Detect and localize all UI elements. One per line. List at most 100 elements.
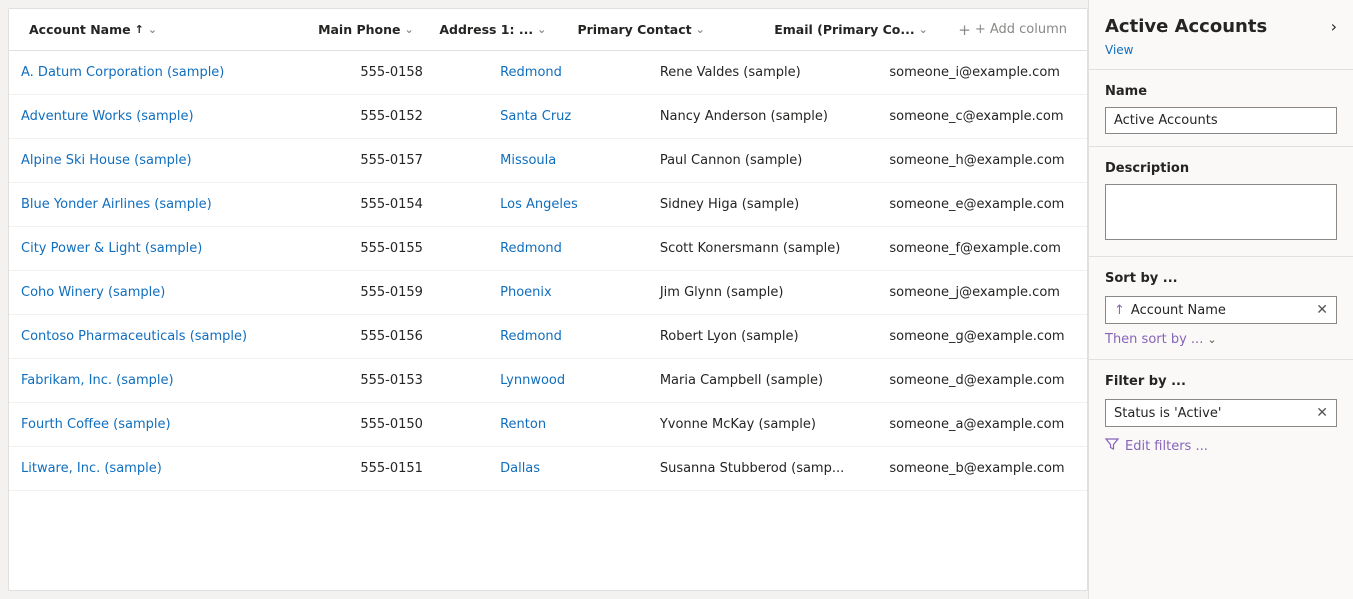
cell-account[interactable]: Adventure Works (sample) xyxy=(9,99,348,134)
panel-filter-label: Filter by ... xyxy=(1105,374,1337,389)
cell-account[interactable]: Coho Winery (sample) xyxy=(9,275,348,310)
cell-address[interactable]: Redmond xyxy=(488,319,648,354)
filter-icon xyxy=(1105,437,1119,455)
edit-filters-link[interactable]: Edit filters ... xyxy=(1105,437,1337,455)
then-sort-chevron-icon: ⌄ xyxy=(1207,333,1216,346)
cell-address[interactable]: Redmond xyxy=(488,55,648,90)
cell-account[interactable]: Litware, Inc. (sample) xyxy=(9,451,348,486)
sort-tag-label: Account Name xyxy=(1131,303,1310,318)
cell-address[interactable]: Los Angeles xyxy=(488,187,648,222)
panel-description-section: Description xyxy=(1089,147,1353,257)
table-row[interactable]: Litware, Inc. (sample) 555-0151 Dallas S… xyxy=(9,447,1087,491)
col-header-address[interactable]: Address 1: ... ⌄ xyxy=(427,14,565,45)
panel-sort-section: Sort by ... ↑ Account Name ✕ Then sort b… xyxy=(1089,257,1353,360)
table-row[interactable]: Adventure Works (sample) 555-0152 Santa … xyxy=(9,95,1087,139)
col-address-label: Address 1: ... xyxy=(439,22,533,37)
panel-name-section: Name xyxy=(1089,70,1353,147)
cell-contact: Paul Cannon (sample) xyxy=(648,143,878,178)
cell-phone: 555-0159 xyxy=(348,275,488,310)
col-contact-label: Primary Contact xyxy=(577,22,691,37)
cell-address[interactable]: Redmond xyxy=(488,231,648,266)
sort-up-icon: ↑ xyxy=(1114,303,1125,318)
cell-phone: 555-0156 xyxy=(348,319,488,354)
col-email-chevron-icon[interactable]: ⌄ xyxy=(919,23,928,36)
panel-title: Active Accounts xyxy=(1105,16,1267,37)
table-row[interactable]: Alpine Ski House (sample) 555-0157 Misso… xyxy=(9,139,1087,183)
cell-email: someone_g@example.com xyxy=(877,319,1087,354)
filter-tag-close-button[interactable]: ✕ xyxy=(1316,405,1328,421)
cell-phone: 555-0154 xyxy=(348,187,488,222)
cell-account[interactable]: A. Datum Corporation (sample) xyxy=(9,55,348,90)
cell-account[interactable]: City Power & Light (sample) xyxy=(9,231,348,266)
panel-chevron-right-icon[interactable]: › xyxy=(1331,17,1337,36)
cell-contact: Scott Konersmann (sample) xyxy=(648,231,878,266)
panel-description-textarea[interactable] xyxy=(1105,184,1337,240)
add-column-button[interactable]: + + Add column xyxy=(946,15,1079,45)
cell-email: someone_j@example.com xyxy=(877,275,1087,310)
cell-phone: 555-0151 xyxy=(348,451,488,486)
right-panel: Active Accounts › View Name Description … xyxy=(1088,0,1353,599)
table-row[interactable]: Fourth Coffee (sample) 555-0150 Renton Y… xyxy=(9,403,1087,447)
cell-contact: Yvonne McKay (sample) xyxy=(648,407,878,442)
cell-address[interactable]: Renton xyxy=(488,407,648,442)
add-col-label: + Add column xyxy=(975,22,1067,37)
cell-address[interactable]: Dallas xyxy=(488,451,648,486)
cell-contact: Maria Campbell (sample) xyxy=(648,363,878,398)
col-email-label: Email (Primary Co... xyxy=(774,22,914,37)
cell-phone: 555-0150 xyxy=(348,407,488,442)
cell-account[interactable]: Alpine Ski House (sample) xyxy=(9,143,348,178)
table-row[interactable]: Fabrikam, Inc. (sample) 555-0153 Lynnwoo… xyxy=(9,359,1087,403)
table-row[interactable]: Contoso Pharmaceuticals (sample) 555-015… xyxy=(9,315,1087,359)
cell-account[interactable]: Fabrikam, Inc. (sample) xyxy=(9,363,348,398)
main-table-area: Account Name ↑ ⌄ Main Phone ⌄ Address 1:… xyxy=(8,8,1088,591)
panel-sort-label: Sort by ... xyxy=(1105,271,1337,286)
cell-contact: Sidney Higa (sample) xyxy=(648,187,878,222)
cell-email: someone_d@example.com xyxy=(877,363,1087,398)
then-sort-link[interactable]: Then sort by ... ⌄ xyxy=(1105,332,1337,347)
cell-phone: 555-0157 xyxy=(348,143,488,178)
col-phone-label: Main Phone xyxy=(318,22,400,37)
panel-name-label: Name xyxy=(1105,84,1337,99)
cell-email: someone_b@example.com xyxy=(877,451,1087,486)
sort-asc-icon: ↑ xyxy=(135,23,144,36)
col-account-label: Account Name xyxy=(29,22,131,37)
edit-filters-label: Edit filters ... xyxy=(1125,439,1208,454)
cell-email: someone_f@example.com xyxy=(877,231,1087,266)
cell-contact: Rene Valdes (sample) xyxy=(648,55,878,90)
filter-tag: Status is 'Active' ✕ xyxy=(1105,399,1337,427)
col-header-account[interactable]: Account Name ↑ ⌄ xyxy=(17,14,306,45)
col-phone-chevron-icon[interactable]: ⌄ xyxy=(405,23,414,36)
table-row[interactable]: Blue Yonder Airlines (sample) 555-0154 L… xyxy=(9,183,1087,227)
panel-name-input[interactable] xyxy=(1105,107,1337,134)
filter-tag-label: Status is 'Active' xyxy=(1114,406,1310,421)
sort-tag-close-button[interactable]: ✕ xyxy=(1316,302,1328,318)
add-col-icon: + xyxy=(958,21,971,39)
cell-address[interactable]: Lynnwood xyxy=(488,363,648,398)
col-header-contact[interactable]: Primary Contact ⌄ xyxy=(565,14,762,45)
cell-contact: Jim Glynn (sample) xyxy=(648,275,878,310)
table-body: A. Datum Corporation (sample) 555-0158 R… xyxy=(9,51,1087,590)
cell-address[interactable]: Santa Cruz xyxy=(488,99,648,134)
col-address-chevron-icon[interactable]: ⌄ xyxy=(537,23,546,36)
cell-email: someone_h@example.com xyxy=(877,143,1087,178)
cell-account[interactable]: Fourth Coffee (sample) xyxy=(9,407,348,442)
cell-phone: 555-0152 xyxy=(348,99,488,134)
col-header-email[interactable]: Email (Primary Co... ⌄ xyxy=(762,14,942,45)
cell-phone: 555-0153 xyxy=(348,363,488,398)
sort-tag: ↑ Account Name ✕ xyxy=(1105,296,1337,324)
cell-email: someone_i@example.com xyxy=(877,55,1087,90)
col-account-chevron-icon[interactable]: ⌄ xyxy=(148,23,157,36)
cell-account[interactable]: Blue Yonder Airlines (sample) xyxy=(9,187,348,222)
cell-contact: Robert Lyon (sample) xyxy=(648,319,878,354)
table-row[interactable]: A. Datum Corporation (sample) 555-0158 R… xyxy=(9,51,1087,95)
table-row[interactable]: City Power & Light (sample) 555-0155 Red… xyxy=(9,227,1087,271)
cell-address[interactable]: Missoula xyxy=(488,143,648,178)
table-row[interactable]: Coho Winery (sample) 555-0159 Phoenix Ji… xyxy=(9,271,1087,315)
cell-address[interactable]: Phoenix xyxy=(488,275,648,310)
col-header-phone[interactable]: Main Phone ⌄ xyxy=(306,14,427,45)
cell-account[interactable]: Contoso Pharmaceuticals (sample) xyxy=(9,319,348,354)
panel-filter-section: Filter by ... Status is 'Active' ✕ Edit … xyxy=(1089,360,1353,467)
panel-view-link[interactable]: View xyxy=(1089,41,1353,70)
col-contact-chevron-icon[interactable]: ⌄ xyxy=(696,23,705,36)
cell-email: someone_e@example.com xyxy=(877,187,1087,222)
